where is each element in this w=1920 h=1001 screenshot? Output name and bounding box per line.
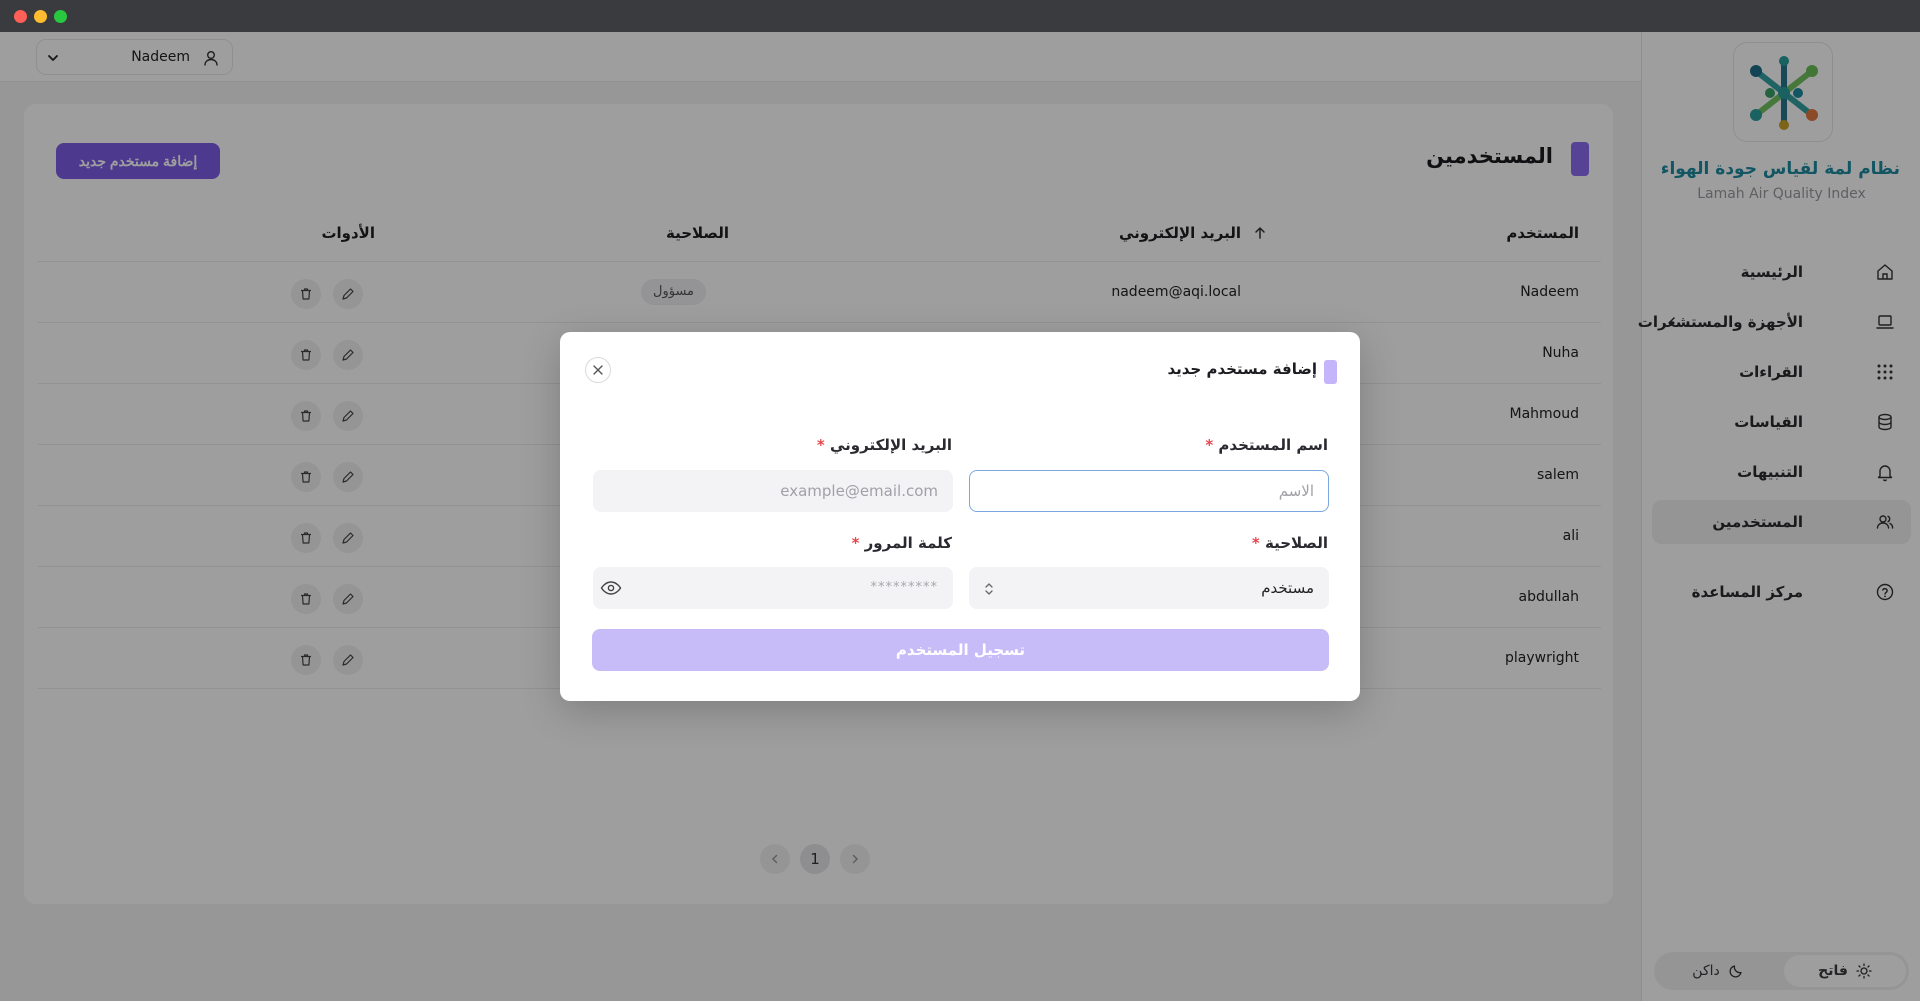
close-icon xyxy=(593,365,603,375)
required-mark: * xyxy=(851,534,860,552)
maximize-window-button[interactable] xyxy=(54,10,67,23)
required-mark: * xyxy=(816,436,825,454)
email-label: البريد الإلكتروني * xyxy=(817,436,952,454)
close-window-button[interactable] xyxy=(14,10,27,23)
window-titlebar xyxy=(0,0,1920,32)
dialog-title: إضافة مستخدم جديد xyxy=(1167,360,1317,378)
chevron-up-down-icon xyxy=(985,583,993,595)
dialog-title-accent xyxy=(1324,360,1337,384)
password-label-text: كلمة المرور xyxy=(864,534,952,552)
email-input[interactable] xyxy=(593,470,953,512)
password-placeholder: ********* xyxy=(870,580,938,595)
username-label: اسم المستخدم * xyxy=(1205,436,1328,454)
required-mark: * xyxy=(1205,436,1214,454)
add-user-dialog: إضافة مستخدم جديد اسم المستخدم * البريد … xyxy=(560,332,1360,701)
username-label-text: اسم المستخدم xyxy=(1218,436,1328,454)
eye-icon[interactable] xyxy=(600,579,622,597)
role-label-text: الصلاحية xyxy=(1265,534,1328,552)
minimize-window-button[interactable] xyxy=(34,10,47,23)
password-label: كلمة المرور * xyxy=(852,534,952,552)
username-input[interactable] xyxy=(969,470,1329,512)
role-select[interactable]: مستخدم xyxy=(969,567,1329,609)
password-input[interactable]: ********* xyxy=(593,567,953,609)
role-label: الصلاحية * xyxy=(1252,534,1328,552)
role-select-value: مستخدم xyxy=(1261,579,1314,597)
register-user-button[interactable]: تسجيل المستخدم xyxy=(592,629,1329,671)
required-mark: * xyxy=(1251,534,1260,552)
dialog-close-button[interactable] xyxy=(585,357,611,383)
email-label-text: البريد الإلكتروني xyxy=(830,436,952,454)
